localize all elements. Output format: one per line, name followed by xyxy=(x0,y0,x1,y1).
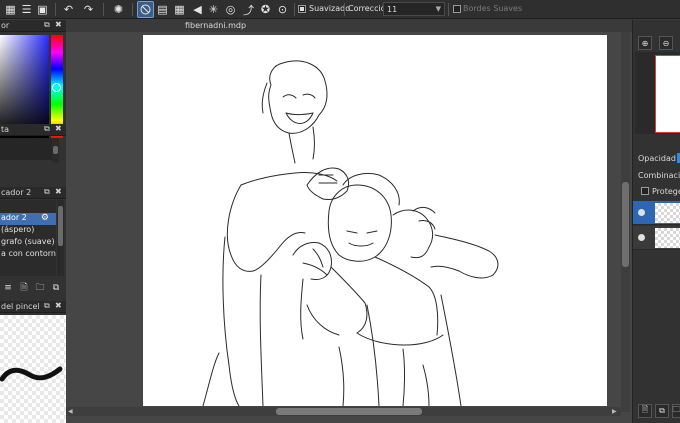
new-brush-icon[interactable]: 🗎 xyxy=(18,282,30,294)
palette-panel-title: ta xyxy=(1,125,10,134)
bordes-suaves-label: Bordes Suaves xyxy=(463,4,523,13)
scroll-left-icon[interactable]: ◀ xyxy=(68,408,73,415)
new-canvas-icon[interactable]: ▦ xyxy=(2,1,19,18)
ruler-line-icon[interactable] xyxy=(137,1,154,18)
navigator-frame[interactable] xyxy=(655,55,680,133)
blend-label: Combinación xyxy=(638,171,680,180)
color-picker-square[interactable] xyxy=(0,35,49,138)
brush-list: ador 2 ⚙ (áspero) grafo (suave) a con co… xyxy=(0,200,56,276)
layer-item-selected[interactable] xyxy=(633,201,680,225)
scroll-thumb[interactable] xyxy=(58,206,63,246)
folder-icon[interactable]: 🗀 xyxy=(34,282,46,294)
detach-icon[interactable]: ⧉ xyxy=(44,187,50,197)
toolbar-divider xyxy=(344,3,345,16)
chevron-down-icon: ▼ xyxy=(435,5,441,13)
brush-menu-icon[interactable]: ≡ xyxy=(2,282,14,294)
eye-icon[interactable] xyxy=(638,209,645,216)
brush-preview-header: del pincel ⧉ ✖ xyxy=(0,301,66,313)
app-window: ▦ ☰ ▣ ↶ ↷ ✺ ▤ ▦ ◀ ✳ ◎ ⤴ ✪ ⊙ Suavizado Co… xyxy=(0,0,680,423)
bordes-suaves-checkbox[interactable] xyxy=(453,5,461,13)
grid-view-icon[interactable]: ▣ xyxy=(34,1,51,18)
opacity-label: Opacidad xyxy=(638,154,676,163)
detach-icon[interactable]: ⧉ xyxy=(44,20,50,30)
toolbar-divider xyxy=(103,3,104,16)
grid-ruler-icon[interactable]: ▦ xyxy=(171,1,188,18)
scroll-thumb[interactable] xyxy=(276,408,422,415)
brush-preview-title: del pincel xyxy=(1,302,40,311)
color-panel-title: or xyxy=(1,21,10,30)
undo-icon[interactable]: ↶ xyxy=(60,1,77,18)
perspective-ruler-icon[interactable]: ◀ xyxy=(189,1,206,18)
brush-item[interactable] xyxy=(0,200,56,212)
hue-handle[interactable] xyxy=(52,83,61,92)
scroll-thumb[interactable] xyxy=(622,182,629,267)
toolbar-divider xyxy=(132,3,133,16)
protect-alpha-label: Proteger a xyxy=(652,187,680,196)
suavizado-checkbox[interactable] xyxy=(298,5,306,13)
brush-stroke-preview xyxy=(0,366,63,382)
radial-ruler-icon[interactable]: ✳ xyxy=(205,1,222,18)
close-icon[interactable]: ✖ xyxy=(55,20,62,29)
close-icon[interactable]: ✖ xyxy=(55,187,62,196)
canvas-area: fibernadni.mdp ◀ ▶ xyxy=(66,20,632,423)
new-layer-icon[interactable]: 🗎 xyxy=(638,404,652,418)
palette-area[interactable] xyxy=(0,138,52,160)
color-panel-header: or ⧉ ✖ xyxy=(0,20,66,32)
layer-thumbnail xyxy=(655,203,680,223)
brush-item[interactable]: (áspero) xyxy=(0,225,56,237)
duplicate-layer-icon[interactable]: ⧉ xyxy=(655,404,669,418)
right-panel: ⊕ ⊖ Opacidad Combinación Proteger a 🗎 ⧉ … xyxy=(632,20,680,423)
toolbar-divider xyxy=(448,3,449,16)
brush-buttons: ≡ 🗎 🗀 ⧉ xyxy=(0,282,66,296)
layer-thumbnail xyxy=(655,228,680,248)
canvas-horizontal-scrollbar[interactable]: ◀ ▶ xyxy=(66,407,621,416)
brush-item[interactable]: a con contorno xyxy=(0,249,56,261)
canvas-vertical-scrollbar[interactable] xyxy=(621,32,630,412)
palette-scrollbar[interactable] xyxy=(52,138,59,162)
sketch-drawing xyxy=(202,60,499,407)
top-toolbar: ▦ ☰ ▣ ↶ ↷ ✺ ▤ ▦ ◀ ✳ ◎ ⤴ ✪ ⊙ Suavizado Co… xyxy=(0,0,680,19)
brush-panel-title: cador 2 xyxy=(1,188,32,197)
brush-item[interactable]: grafo (suave) xyxy=(0,237,56,249)
close-icon[interactable]: ✖ xyxy=(55,124,62,133)
protect-alpha-checkbox[interactable] xyxy=(641,187,649,195)
brush-panel-header: cador 2 ⧉ ✖ xyxy=(0,187,66,199)
correccion-value: 11 xyxy=(387,5,398,14)
layers-view-icon[interactable]: ☰ xyxy=(18,1,35,18)
correccion-select[interactable]: 11 ▼ xyxy=(383,2,445,16)
loading-icon[interactable]: ✺ xyxy=(110,1,127,18)
duplicate-icon[interactable]: ⧉ xyxy=(50,282,62,294)
parallel-ruler-icon[interactable]: ▤ xyxy=(154,1,171,18)
brush-item-selected[interactable]: ador 2 ⚙ xyxy=(0,213,56,225)
detach-icon[interactable]: ⧉ xyxy=(44,301,50,311)
folder-icon[interactable]: 🗀 xyxy=(672,404,680,418)
scroll-right-icon[interactable]: ▶ xyxy=(612,408,617,415)
redo-icon[interactable]: ↷ xyxy=(80,1,97,18)
document-filename: fibernadni.mdp xyxy=(185,21,247,30)
gear-icon[interactable]: ⚙ xyxy=(41,213,49,223)
zoom-in-icon[interactable]: ⊕ xyxy=(638,36,652,50)
ellipse-ruler-icon[interactable]: ✪ xyxy=(257,1,274,18)
eye-icon[interactable] xyxy=(638,234,645,241)
drawing-canvas[interactable] xyxy=(143,35,607,407)
left-panel: or ⧉ ✖ ta ⧉ ✖ cador 2 ⧉ ✖ ador 2 ⚙ (áspe xyxy=(0,20,66,423)
toolbar-divider xyxy=(55,3,56,16)
brush-preview xyxy=(0,315,66,423)
curve-ruler-icon[interactable]: ⤴ xyxy=(240,1,257,18)
toolbar-divider xyxy=(294,3,295,16)
scroll-thumb[interactable] xyxy=(53,146,58,154)
brush-scrollbar[interactable] xyxy=(57,200,64,276)
close-icon[interactable]: ✖ xyxy=(55,301,62,310)
document-tab[interactable]: fibernadni.mdp xyxy=(66,20,632,32)
palette-panel-header: ta ⧉ ✖ xyxy=(0,124,66,136)
circle-ruler-icon[interactable]: ⊙ xyxy=(274,1,291,18)
detach-icon[interactable]: ⧉ xyxy=(44,124,50,134)
zoom-out-icon[interactable]: ⊖ xyxy=(659,36,673,50)
layer-item[interactable] xyxy=(633,226,680,250)
concentric-ruler-icon[interactable]: ◎ xyxy=(222,1,239,18)
